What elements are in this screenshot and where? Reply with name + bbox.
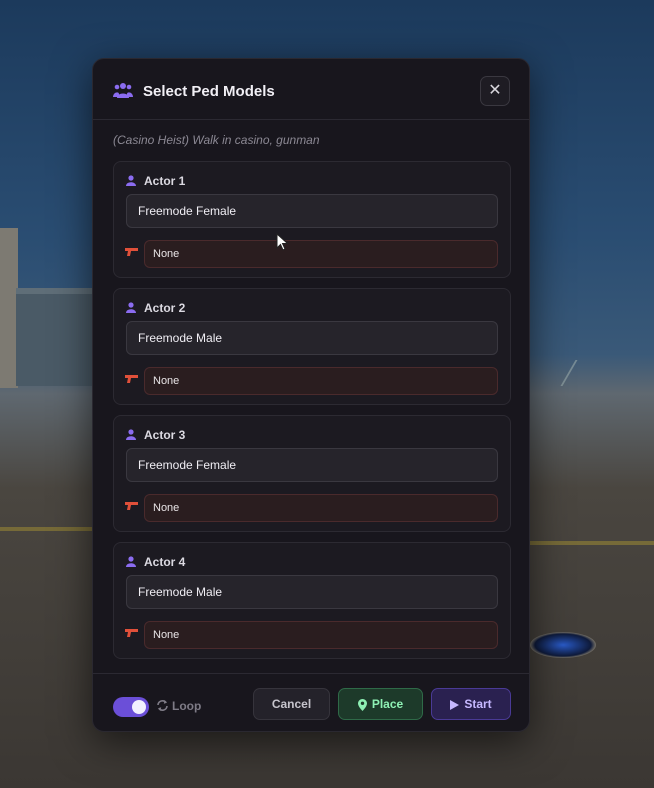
actor-card: Actor 3 Freemode Female None [113, 415, 511, 532]
ped-model-select[interactable]: Freemode Male [126, 575, 498, 609]
dialog-title: Select Ped Models [143, 83, 275, 100]
actor-card: Actor 4 Freemode Male None [113, 542, 511, 659]
user-icon [126, 175, 136, 186]
weapon-select[interactable]: None [144, 367, 498, 395]
users-icon [113, 83, 133, 98]
start-button[interactable]: Start [431, 688, 511, 720]
weapon-select[interactable]: None [144, 621, 498, 649]
cancel-button[interactable]: Cancel [253, 688, 330, 720]
user-icon [126, 429, 136, 440]
pistol-icon [125, 375, 138, 383]
weapon-select[interactable]: None [144, 240, 498, 268]
actor-card: Actor 1 Freemode Female None [113, 161, 511, 278]
dialog-header: Select Ped Models ✕ [93, 59, 529, 120]
background-hangar [16, 288, 92, 386]
dialog-footer: Loop Cancel Place Start [93, 673, 529, 732]
select-ped-models-dialog: Select Ped Models ✕ (Casino Heist) Walk … [92, 58, 530, 732]
loop-toggle[interactable] [113, 697, 149, 717]
user-icon [126, 556, 136, 567]
close-icon: ✕ [488, 82, 502, 99]
ped-model-select[interactable]: Freemode Male [126, 321, 498, 355]
background-runway-line [530, 541, 654, 545]
pistol-icon [125, 629, 138, 637]
place-button[interactable]: Place [338, 688, 423, 720]
loop-label: Loop [172, 699, 202, 713]
play-icon [450, 699, 460, 710]
scenario-subtitle: (Casino Heist) Walk in casino, gunman [113, 133, 320, 147]
actor-label: Actor 2 [144, 301, 186, 315]
pistol-icon [125, 248, 138, 256]
actor-label: Actor 3 [144, 428, 186, 442]
background-runway-line [0, 527, 92, 531]
pistol-icon [125, 502, 138, 510]
background-portal [530, 632, 596, 658]
loop-icon [157, 700, 168, 711]
background-stairs [560, 360, 608, 386]
weapon-select[interactable]: None [144, 494, 498, 522]
mouse-cursor-icon [276, 233, 289, 251]
actor-card: Actor 2 Freemode Male None [113, 288, 511, 405]
map-pin-icon [357, 698, 367, 711]
toggle-knob [132, 700, 146, 714]
user-icon [126, 302, 136, 313]
start-label: Start [464, 697, 492, 711]
actor-label: Actor 4 [144, 555, 186, 569]
ped-model-select[interactable]: Freemode Female [126, 448, 498, 482]
close-button[interactable]: ✕ [480, 76, 510, 106]
cancel-label: Cancel [271, 697, 312, 711]
place-label: Place [371, 697, 404, 711]
actor-label: Actor 1 [144, 174, 186, 188]
ped-model-select[interactable]: Freemode Female [126, 194, 498, 228]
